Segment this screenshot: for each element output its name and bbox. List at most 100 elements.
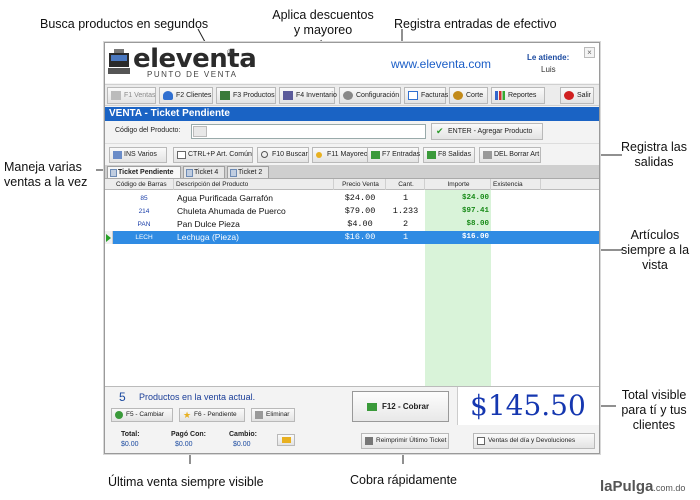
cell-quantity: 1 bbox=[402, 232, 409, 242]
cash-drawer-icon bbox=[282, 437, 291, 443]
cell-description: Pan Dulce Pieza bbox=[177, 219, 240, 229]
star-icon: ★ bbox=[183, 410, 192, 420]
cell-description: Lechuga (Pieza) bbox=[177, 232, 239, 242]
ins-varios-button[interactable]: INS Varios bbox=[109, 147, 167, 163]
column-header[interactable]: Precio Venta bbox=[334, 179, 386, 190]
annotation-cash-in: Registra entradas de efectivo bbox=[394, 17, 557, 31]
cash-icon bbox=[367, 403, 377, 411]
trash-icon bbox=[483, 151, 492, 159]
printer-icon bbox=[365, 437, 373, 445]
wholesale-button[interactable]: F11 Mayoreo bbox=[312, 147, 369, 163]
logo-text: eleventa bbox=[133, 44, 257, 74]
product-code-row: Código del Producto: ✔ ENTER - Agregar Pr… bbox=[105, 121, 599, 143]
toolbar-reportes-button[interactable]: Reportes bbox=[491, 87, 545, 104]
table-row[interactable]: PAN Pan Dulce Pieza $4.00 2 $8.00 bbox=[105, 218, 599, 231]
common-article-button[interactable]: CTRL+P Art. Común bbox=[173, 147, 253, 163]
table-header: Código de Barras Descripción del Product… bbox=[105, 179, 599, 190]
tab-ticket-4[interactable]: Ticket 4 bbox=[183, 166, 225, 178]
column-header[interactable]: Código de Barras bbox=[114, 179, 174, 190]
toolbar-clientes-button[interactable]: F2 Clientes bbox=[159, 87, 213, 104]
attendant-name: Luis bbox=[541, 65, 556, 74]
charge-button[interactable]: F12 - Cobrar bbox=[352, 391, 449, 422]
row-indicator bbox=[105, 231, 113, 244]
cell-quantity: 2 bbox=[402, 219, 409, 229]
delete-sale-button[interactable]: Eliminar bbox=[251, 408, 295, 422]
reprint-button[interactable]: Reimprimir Último Ticket bbox=[361, 433, 449, 449]
last-change-value: $0.00 bbox=[233, 441, 251, 448]
toolbar-inventario-button[interactable]: F4 Inventario bbox=[279, 87, 337, 104]
cell-price: $79.00 bbox=[344, 206, 376, 216]
cell-quantity: 1 bbox=[402, 193, 409, 203]
cash-in-icon bbox=[371, 151, 380, 159]
product-code-input[interactable] bbox=[191, 124, 426, 139]
register-icon bbox=[108, 49, 130, 74]
close-button[interactable]: × bbox=[584, 47, 595, 58]
total-panel: $145.50 bbox=[457, 387, 599, 425]
cell-quantity: 1.233 bbox=[392, 206, 419, 216]
toolbar-configuracion-button[interactable]: Configuración bbox=[339, 87, 401, 104]
daily-sales-button[interactable]: Ventas del día y Devoluciones bbox=[473, 433, 595, 449]
cash-drawer-button[interactable] bbox=[277, 434, 295, 446]
products-table: Código de Barras Descripción del Product… bbox=[105, 178, 599, 387]
logo-subtitle: PUNTO DE VENTA bbox=[147, 70, 238, 79]
cell-price: $4.00 bbox=[347, 219, 373, 229]
cell-amount: $97.41 bbox=[461, 207, 489, 215]
cart-icon bbox=[111, 91, 121, 100]
last-paid-value: $0.00 bbox=[175, 441, 193, 448]
watermark: laPulga.com.do bbox=[600, 478, 686, 495]
pending-button[interactable]: ★ F6 - Pendiente bbox=[179, 408, 245, 422]
search-icon bbox=[261, 151, 268, 158]
annotation-search: Busca productos en segundos bbox=[40, 17, 209, 31]
product-count: 5 bbox=[119, 390, 126, 404]
app-window: eleventa ® PUNTO DE VENTA www.eleventa.c… bbox=[104, 42, 600, 454]
annotation-multi: Maneja varias ventas a la vez bbox=[4, 160, 88, 189]
cash-out-icon bbox=[427, 151, 436, 159]
cell-description: Chuleta Ahumada de Puerco bbox=[177, 206, 286, 216]
delete-article-button[interactable]: DEL Borrar Art bbox=[479, 147, 541, 163]
invoice-icon bbox=[408, 91, 418, 100]
sale-total: $145.50 bbox=[470, 389, 586, 422]
box-icon bbox=[220, 91, 230, 100]
wholesale-icon bbox=[316, 152, 322, 158]
cash-out-button[interactable]: F8 Salidas bbox=[423, 147, 475, 163]
trash-icon bbox=[255, 411, 263, 419]
keyboard-icon bbox=[193, 126, 207, 137]
toolbar-ventas-button[interactable]: F1 Ventas bbox=[107, 87, 156, 104]
annotation-last-sale: Última venta siempre visible bbox=[108, 475, 264, 489]
column-header[interactable]: Importe bbox=[425, 179, 491, 190]
last-total-value: $0.00 bbox=[121, 441, 139, 448]
tab-ticket-pendiente[interactable]: Ticket Pendiente bbox=[107, 166, 181, 178]
table-row[interactable]: 214 Chuleta Ahumada de Puerco $79.00 1.2… bbox=[105, 205, 599, 218]
toolbar-productos-button[interactable]: F3 Productos bbox=[216, 87, 276, 104]
cash-in-button[interactable]: F7 Entradas bbox=[367, 147, 420, 163]
toolbar-salir-button[interactable]: Salir bbox=[560, 87, 594, 104]
change-button[interactable]: F5 - Cambiar bbox=[111, 408, 173, 422]
inventory-icon bbox=[283, 91, 293, 100]
toolbar-corte-button[interactable]: Corte bbox=[449, 87, 488, 104]
cell-amount: $8.00 bbox=[466, 220, 489, 228]
add-product-button[interactable]: ✔ ENTER - Agregar Producto bbox=[431, 123, 543, 140]
main-toolbar: F1 Ventas F2 Clientes F3 Productos F4 In… bbox=[105, 84, 599, 106]
tab-ticket-2[interactable]: Ticket 2 bbox=[227, 166, 269, 178]
last-paid-label: Pagó Con: bbox=[171, 431, 206, 438]
check-icon: ✔ bbox=[436, 126, 444, 136]
column-header[interactable]: Cant. bbox=[386, 179, 425, 190]
product-count-text: Productos en la venta actual. bbox=[139, 392, 256, 402]
action-buttons-row: INS Varios CTRL+P Art. Común F10 Buscar … bbox=[105, 143, 599, 165]
ticket-icon bbox=[186, 169, 193, 177]
cell-description: Agua Purificada Garrafón bbox=[177, 193, 273, 203]
column-header[interactable]: Descripción del Producto bbox=[174, 179, 334, 190]
cell-price: $16.00 bbox=[344, 232, 376, 242]
table-row-selected[interactable]: LECH Lechuga (Pieza) $16.00 1 $16.00 bbox=[105, 231, 599, 244]
document-icon bbox=[177, 151, 186, 159]
website-link[interactable]: www.eleventa.com bbox=[391, 57, 491, 71]
page-title: VENTA - Ticket Pendiente bbox=[105, 107, 599, 121]
people-icon bbox=[163, 91, 173, 100]
column-header[interactable]: Existencia bbox=[491, 179, 541, 190]
cell-code: LECH bbox=[135, 234, 153, 241]
cell-amount: $24.00 bbox=[461, 194, 489, 202]
search-button[interactable]: F10 Buscar bbox=[257, 147, 309, 163]
toolbar-facturas-button[interactable]: Facturas bbox=[404, 87, 448, 104]
annotation-charge: Cobra rápidamente bbox=[350, 473, 458, 487]
table-row[interactable]: 85 Agua Purificada Garrafón $24.00 1 $24… bbox=[105, 192, 599, 205]
